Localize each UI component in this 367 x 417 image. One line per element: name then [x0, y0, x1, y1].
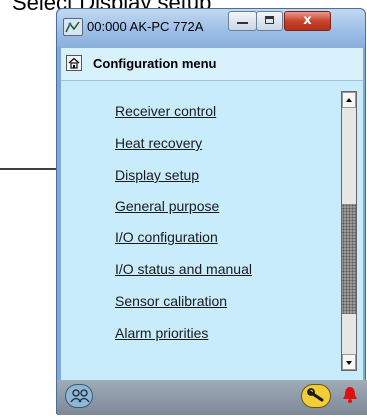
scroll-down-button[interactable]: [342, 354, 356, 370]
alarm-bell-icon[interactable]: [342, 386, 358, 404]
menu-item-general-purpose[interactable]: General purpose: [115, 198, 219, 214]
home-icon: [68, 57, 80, 69]
menu-item-alarm-priorities[interactable]: Alarm priorities: [115, 325, 208, 341]
status-bar: [57, 380, 367, 415]
menu-header: Configuration menu: [61, 48, 363, 81]
maximize-button[interactable]: [256, 11, 283, 31]
home-button[interactable]: [66, 55, 82, 71]
wrench-icon[interactable]: [301, 384, 331, 408]
menu-item-receiver-control[interactable]: Receiver control: [115, 103, 216, 119]
client-area: Configuration menu Receiver control Heat…: [61, 47, 363, 381]
title-bar[interactable]: 00:000 AK-PC 772A x: [57, 9, 365, 47]
menu-item-heat-recovery[interactable]: Heat recovery: [115, 135, 202, 151]
close-icon: x: [303, 13, 312, 28]
vertical-scrollbar[interactable]: [341, 91, 357, 371]
app-window: 00:000 AK-PC 772A x Configuration menu R…: [56, 8, 367, 415]
menu-title: Configuration menu: [93, 56, 217, 71]
scroll-thumb[interactable]: [342, 204, 356, 314]
close-button[interactable]: x: [284, 11, 331, 31]
menu-item-io-configuration[interactable]: I/O configuration: [115, 229, 218, 245]
scroll-up-button[interactable]: [342, 92, 356, 108]
people-icon[interactable]: [65, 384, 93, 408]
menu-list: Receiver control Heat recovery Display s…: [61, 80, 341, 380]
minimize-button[interactable]: [228, 11, 257, 31]
window-title: 00:000 AK-PC 772A: [87, 19, 204, 34]
menu-item-display-setup[interactable]: Display setup: [115, 167, 199, 183]
menu-item-io-status-manual[interactable]: I/O status and manual: [115, 261, 252, 277]
menu-item-sensor-calibration[interactable]: Sensor calibration: [115, 293, 227, 309]
app-icon: [63, 18, 83, 36]
